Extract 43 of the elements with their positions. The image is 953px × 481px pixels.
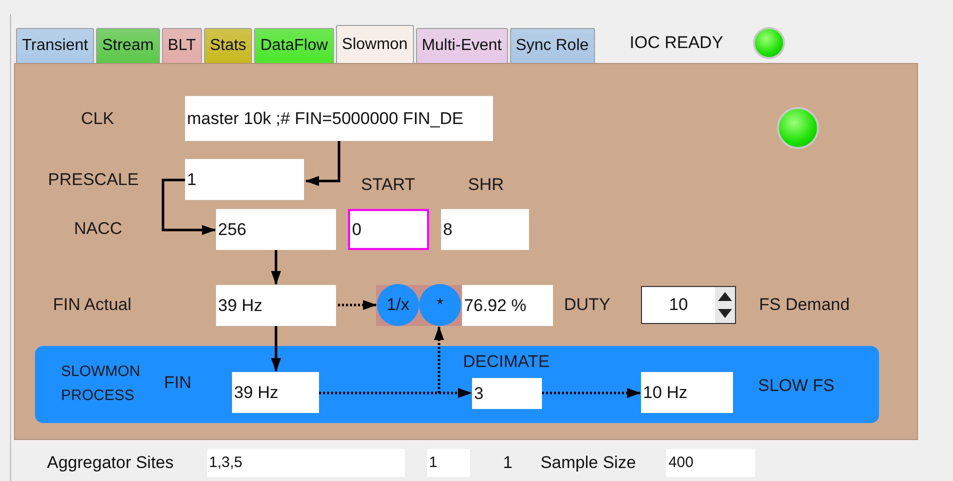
status-label: IOC READY (630, 32, 724, 54)
duty-field[interactable]: 76.92 % (462, 285, 553, 326)
spin-value: 10 (668, 294, 689, 316)
tab[interactable]: Transient (16, 28, 94, 63)
field-label: DUTY (564, 295, 610, 315)
field-label: DECIMATE (463, 352, 550, 372)
sample-size-field[interactable]: 400 (666, 449, 756, 477)
spin-box[interactable]: 10 (641, 286, 736, 324)
fin-field[interactable]: 39 Hz (232, 372, 319, 413)
aggregator-field[interactable]: 1,3,5 (207, 449, 405, 477)
clk-field[interactable]: master 10k ;# FIN=5000000 FIN_DE (185, 96, 493, 141)
connector-arrow (338, 300, 377, 310)
slow-fs-field[interactable]: 10 Hz (641, 372, 733, 413)
shr-field[interactable]: 8 (441, 209, 529, 250)
field-label: START (361, 175, 416, 195)
tab[interactable]: Sync Role (510, 28, 595, 63)
process-title: SLOWMON PROCESS (61, 362, 142, 406)
decimate-field[interactable]: 3 (472, 378, 542, 409)
input-field[interactable]: 1 (427, 449, 470, 477)
field-label: SHR (468, 175, 504, 195)
tab[interactable]: BLT (162, 28, 202, 63)
field-label: FS Demand (759, 295, 850, 315)
fin-actual-field[interactable]: 39 Hz (216, 285, 336, 326)
field-label: PRESCALE (48, 170, 139, 190)
tab[interactable]: Multi-Event (416, 28, 508, 63)
field-label: FIN Actual (53, 295, 132, 315)
connector-arrow (305, 141, 340, 186)
count-text: 1 (503, 452, 512, 474)
field-label: NACC (74, 219, 122, 239)
connector-arrow (271, 250, 281, 285)
prescale-field[interactable]: 1 (185, 159, 304, 200)
tab[interactable]: DataFlow (254, 28, 334, 63)
field-label: Sample Size (540, 452, 637, 474)
connector-arrow (271, 326, 281, 372)
tab[interactable]: Stats (204, 28, 252, 63)
nacc-field[interactable]: 256 (216, 209, 336, 250)
tab[interactable]: Stream (96, 28, 160, 63)
field-label: SLOW FS (758, 376, 835, 396)
field-label: CLK (81, 109, 114, 129)
tab[interactable]: Slowmon (336, 25, 414, 63)
field-label: FIN (164, 373, 192, 393)
start-field[interactable]: 0 (348, 209, 429, 250)
field-label: Aggregator Sites (47, 452, 175, 474)
